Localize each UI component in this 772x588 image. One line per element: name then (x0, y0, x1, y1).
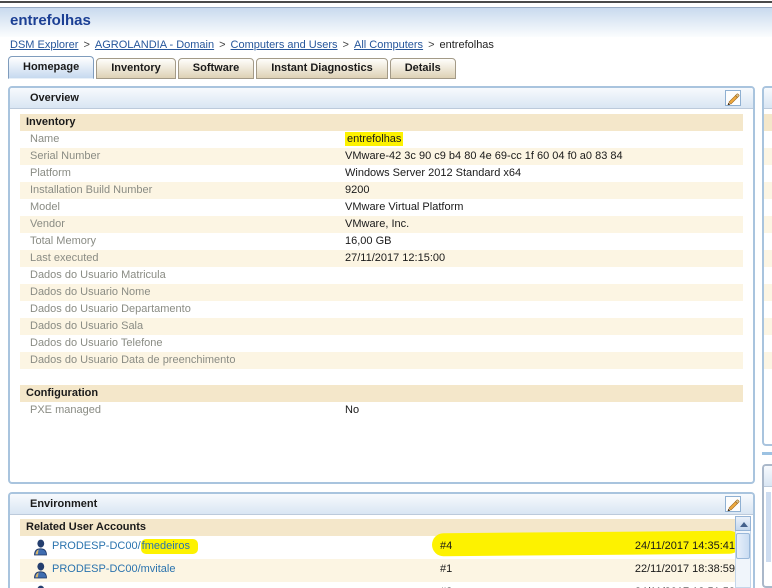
page-title: entrefolhas (10, 12, 91, 29)
row-label: Dados do Usuario Matricula (30, 269, 166, 281)
tab-instant-diagnostics[interactable]: Instant Diagnostics (256, 58, 388, 79)
user-account-row: PRODESP-DC00/fmedeiros #4 24/11/2017 14:… (20, 530, 742, 559)
breadcrumb-link-all-computers[interactable]: All Computers (354, 39, 423, 51)
row-value: 27/11/2017 12:15:00 (345, 252, 446, 264)
clipped-scroll-strip (766, 492, 771, 562)
window-top-edge (0, 1, 772, 3)
inventory-row: Serial Number VMware-42 3c 90 c9 b4 80 4… (20, 148, 743, 165)
breadcrumb-current: entrefolhas (439, 39, 494, 51)
last-seen-timestamp: 22/11/2017 18:38:59 (634, 563, 735, 575)
clipped-section-bar (764, 114, 772, 131)
row-label: Name (30, 133, 60, 145)
row-value: VMware, Inc. (345, 218, 410, 230)
account-link[interactable]: PRODESP-DC00/mvitale (52, 563, 175, 575)
row-label: Dados do Usuario Data de preenchimento (30, 354, 236, 366)
tab-inventory[interactable]: Inventory (96, 58, 176, 79)
clipped-rows (764, 131, 772, 369)
breadcrumb-link-dsm-explorer[interactable]: DSM Explorer (10, 39, 78, 51)
breadcrumb-link-computers-and-users[interactable]: Computers and Users (231, 39, 338, 51)
overview-panel-title: Overview (30, 92, 79, 104)
panel-divider (762, 452, 772, 455)
account-user-highlighted: fmedeiros (140, 539, 198, 554)
tab-bar: Homepage Inventory Software Instant Diag… (8, 56, 456, 79)
clipped-right-panel-top (762, 86, 772, 446)
breadcrumb-link-domain[interactable]: AGROLANDIA - Domain (95, 39, 214, 51)
environment-panel: Environment Related User Accounts PRODES… (8, 492, 755, 588)
row-label: Total Memory (30, 235, 97, 247)
tab-software[interactable]: Software (177, 58, 255, 79)
row-label: Vendor (30, 218, 65, 230)
tab-homepage[interactable]: Homepage (8, 56, 95, 79)
inventory-row: Installation Build Number 9200 (20, 182, 743, 199)
clipped-panel-header (764, 88, 772, 109)
user-icon (33, 562, 48, 582)
edit-pencil-icon[interactable] (725, 496, 741, 512)
configuration-rows: PXE managed No (20, 402, 743, 419)
row-value: VMware Virtual Platform (345, 201, 464, 213)
clipped-panel-header (764, 466, 772, 487)
inventory-row: Dados do Usuario Data de preenchimento (20, 352, 743, 369)
row-label: Dados do Usuario Nome (30, 286, 151, 298)
user-account-row: PRODESP-DC00/mvitale #1 22/11/2017 18:38… (20, 559, 735, 582)
account-user: mvitale (140, 563, 176, 575)
row-value: VMware-42 3c 90 c9 b4 80 4e 69-cc 1f 60 … (345, 150, 623, 162)
row-label: Dados do Usuario Telefone (30, 337, 163, 349)
inventory-rows: Name entrefolhas Serial Number VMware-42… (20, 131, 743, 369)
breadcrumb: DSM Explorer > AGROLANDIA - Domain > Compute… (10, 39, 494, 55)
scroll-up-arrow-icon[interactable] (735, 516, 751, 531)
account-link[interactable]: PRODESP-DC00/fmedeiros (52, 539, 198, 554)
tab-details[interactable]: Details (389, 58, 456, 79)
row-label: Installation Build Number (30, 184, 153, 196)
last-seen-timestamp: 24/11/2017 14:35:41 (634, 540, 735, 552)
inventory-row: Dados do Usuario Telefone (20, 335, 743, 352)
breadcrumb-separator: > (428, 39, 435, 51)
inventory-row: Model VMware Virtual Platform (20, 199, 743, 216)
breadcrumb-separator: > (342, 39, 349, 51)
environment-scrollbar[interactable] (735, 516, 751, 588)
inventory-row: Vendor VMware, Inc. (20, 216, 743, 233)
clipped-right-panel-bottom (762, 464, 772, 588)
configuration-section-header: Configuration (20, 385, 743, 402)
user-account-row-clipped: #2 24/11/2017 12:51:53 (20, 582, 735, 588)
environment-panel-title: Environment (30, 498, 98, 510)
account-domain: PRODESP-DC00/ (52, 540, 141, 552)
inventory-row: Dados do Usuario Sala (20, 318, 743, 335)
breadcrumb-separator: > (219, 39, 226, 51)
breadcrumb-separator: > (83, 39, 90, 51)
row-label: Last executed (30, 252, 99, 264)
inventory-row: Dados do Usuario Nome (20, 284, 743, 301)
overview-panel-header: Overview (10, 88, 753, 109)
edit-pencil-icon[interactable] (725, 90, 741, 106)
row-label: Dados do Usuario Sala (30, 320, 144, 332)
related-user-accounts-list: PRODESP-DC00/fmedeiros #4 24/11/2017 14:… (20, 530, 742, 588)
inventory-row: Last executed 27/11/2017 12:15:00 (20, 250, 743, 267)
account-domain: PRODESP-DC00/ (52, 563, 141, 575)
row-label: Platform (30, 167, 71, 179)
inventory-row: Dados do Usuario Departamento (20, 301, 743, 318)
overview-panel: Overview Inventory Name entrefolhas Seri… (8, 86, 755, 484)
row-label: Model (30, 201, 60, 213)
row-label: Dados do Usuario Departamento (30, 303, 191, 315)
inventory-section-header: Inventory (20, 114, 743, 131)
scrollbar-thumb[interactable] (736, 533, 750, 559)
page-title-bar: entrefolhas (0, 7, 772, 37)
occurrence-count: #4 (440, 540, 453, 552)
occurrence-count: #1 (440, 563, 453, 575)
inventory-row: Name entrefolhas (20, 131, 743, 148)
row-value: No (345, 404, 360, 416)
inventory-row: Platform Windows Server 2012 Standard x6… (20, 165, 743, 182)
row-value: 16,00 GB (345, 235, 392, 247)
user-icon (33, 539, 48, 559)
inventory-row: Total Memory 16,00 GB (20, 233, 743, 250)
environment-panel-header: Environment (10, 494, 753, 515)
highlighted-value: entrefolhas (345, 132, 404, 146)
row-value: 9200 (345, 184, 370, 196)
row-label: PXE managed (30, 404, 101, 416)
inventory-row: Dados do Usuario Matricula (20, 267, 743, 284)
row-value: Windows Server 2012 Standard x64 (345, 167, 522, 179)
configuration-row: PXE managed No (20, 402, 743, 419)
row-label: Serial Number (30, 150, 101, 162)
